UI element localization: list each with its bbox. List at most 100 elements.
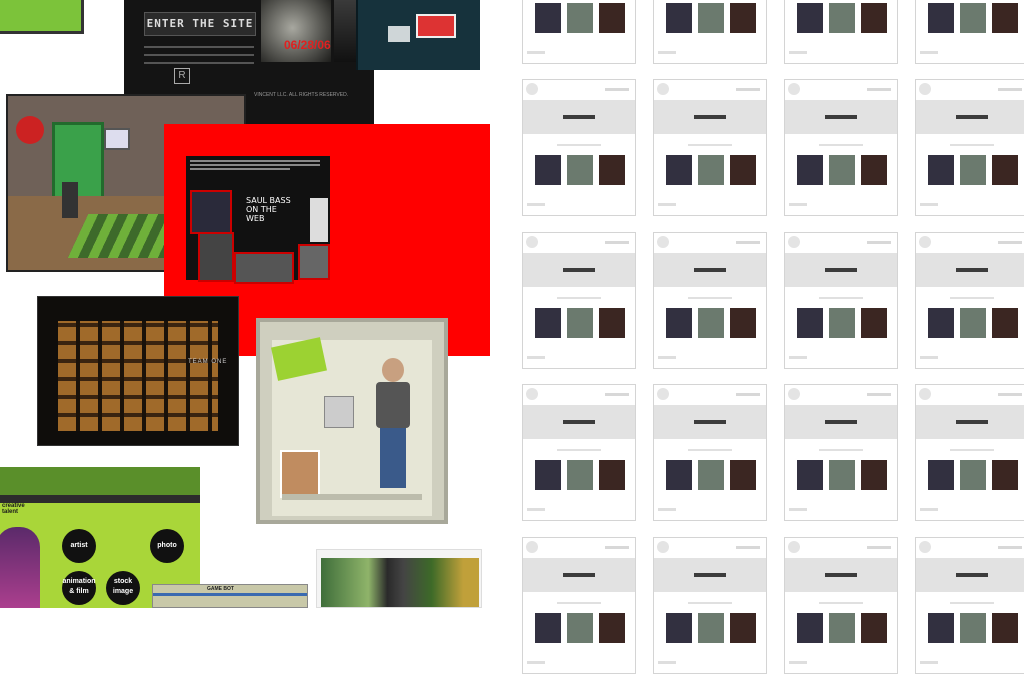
wireframe-card[interactable] <box>784 79 898 216</box>
wireframe-card[interactable] <box>915 79 1024 216</box>
card-meta-line <box>736 393 760 396</box>
color-swatch-brown <box>992 155 1018 185</box>
card-meta-line <box>867 241 891 244</box>
wireframe-card[interactable] <box>653 0 767 64</box>
color-swatch-navy <box>928 613 954 643</box>
card-meta-line <box>998 241 1022 244</box>
color-swatch-brown <box>599 613 625 643</box>
card-header-band <box>785 253 897 287</box>
card-footer-line <box>920 508 938 511</box>
card-footer-line <box>658 356 676 359</box>
card-footer-line <box>789 508 807 511</box>
color-swatch-brown <box>992 613 1018 643</box>
card-header-band <box>654 558 766 592</box>
color-swatch-brown <box>992 460 1018 490</box>
wireframe-card[interactable] <box>653 79 767 216</box>
card-meta-line <box>998 88 1022 91</box>
card-footer-line <box>527 203 545 206</box>
wireframe-card[interactable] <box>915 232 1024 369</box>
color-swatch-navy <box>535 460 561 490</box>
card-title-bar <box>825 420 857 424</box>
wireframe-card[interactable] <box>653 537 767 674</box>
color-swatch-sage <box>567 308 593 338</box>
wireframe-card[interactable] <box>522 232 636 369</box>
color-swatch-brown <box>599 308 625 338</box>
color-swatch-sage <box>960 613 986 643</box>
wireframe-card[interactable] <box>784 537 898 674</box>
card-footer-line <box>920 51 938 54</box>
color-swatch-brown <box>730 613 756 643</box>
wireframe-card[interactable] <box>784 0 898 64</box>
color-swatch-navy <box>797 613 823 643</box>
card-subtitle-line <box>557 602 601 604</box>
card-header-band <box>785 405 897 439</box>
wireframe-card[interactable] <box>915 537 1024 674</box>
color-swatch-sage <box>960 155 986 185</box>
card-subtitle-line <box>557 449 601 451</box>
card-title-bar <box>956 115 988 119</box>
card-footer-line <box>789 356 807 359</box>
color-swatch-sage <box>698 460 724 490</box>
color-swatch-navy <box>535 3 561 33</box>
card-subtitle-line <box>950 144 994 146</box>
card-avatar <box>788 236 800 248</box>
card-subtitle-line <box>688 449 732 451</box>
card-title-bar <box>825 573 857 577</box>
color-swatch-sage <box>698 308 724 338</box>
card-avatar <box>919 541 931 553</box>
wireframe-card[interactable] <box>522 0 636 64</box>
color-swatch-sage <box>698 613 724 643</box>
wireframe-card[interactable] <box>522 537 636 674</box>
card-header-band <box>523 405 635 439</box>
card-avatar <box>788 541 800 553</box>
card-title-bar <box>563 268 595 272</box>
card-avatar <box>526 541 538 553</box>
card-title-bar <box>956 268 988 272</box>
card-meta-line <box>998 393 1022 396</box>
color-swatch-sage <box>567 613 593 643</box>
card-footer-line <box>527 661 545 664</box>
wireframe-card[interactable] <box>522 79 636 216</box>
color-swatch-sage <box>960 3 986 33</box>
card-header-band <box>916 253 1024 287</box>
color-swatch-navy <box>928 155 954 185</box>
card-meta-line <box>605 393 629 396</box>
color-swatch-navy <box>928 460 954 490</box>
card-title-bar <box>694 420 726 424</box>
color-swatch-brown <box>861 460 887 490</box>
color-swatch-navy <box>928 3 954 33</box>
wireframe-card[interactable] <box>522 384 636 521</box>
color-swatch-sage <box>698 3 724 33</box>
color-swatch-navy <box>535 308 561 338</box>
card-title-bar <box>694 115 726 119</box>
card-meta-line <box>867 546 891 549</box>
wireframe-card[interactable] <box>653 232 767 369</box>
card-avatar <box>526 388 538 400</box>
card-header-band <box>916 405 1024 439</box>
wireframe-card[interactable] <box>653 384 767 521</box>
color-swatch-sage <box>829 155 855 185</box>
card-subtitle-line <box>950 602 994 604</box>
card-avatar <box>657 83 669 95</box>
card-title-bar <box>956 573 988 577</box>
color-swatch-sage <box>960 460 986 490</box>
card-subtitle-line <box>557 144 601 146</box>
card-footer-line <box>658 508 676 511</box>
color-swatch-brown <box>861 308 887 338</box>
color-swatch-sage <box>829 3 855 33</box>
card-footer-line <box>920 356 938 359</box>
color-swatch-navy <box>666 308 692 338</box>
wireframe-card[interactable] <box>784 232 898 369</box>
card-subtitle-line <box>950 449 994 451</box>
color-swatch-brown <box>861 3 887 33</box>
card-footer-line <box>920 203 938 206</box>
card-title-bar <box>694 268 726 272</box>
card-subtitle-line <box>950 297 994 299</box>
wireframe-card[interactable] <box>915 384 1024 521</box>
card-header-band <box>523 253 635 287</box>
color-swatch-brown <box>861 613 887 643</box>
color-swatch-sage <box>829 308 855 338</box>
wireframe-card[interactable] <box>915 0 1024 64</box>
card-title-bar <box>694 573 726 577</box>
wireframe-card[interactable] <box>784 384 898 521</box>
